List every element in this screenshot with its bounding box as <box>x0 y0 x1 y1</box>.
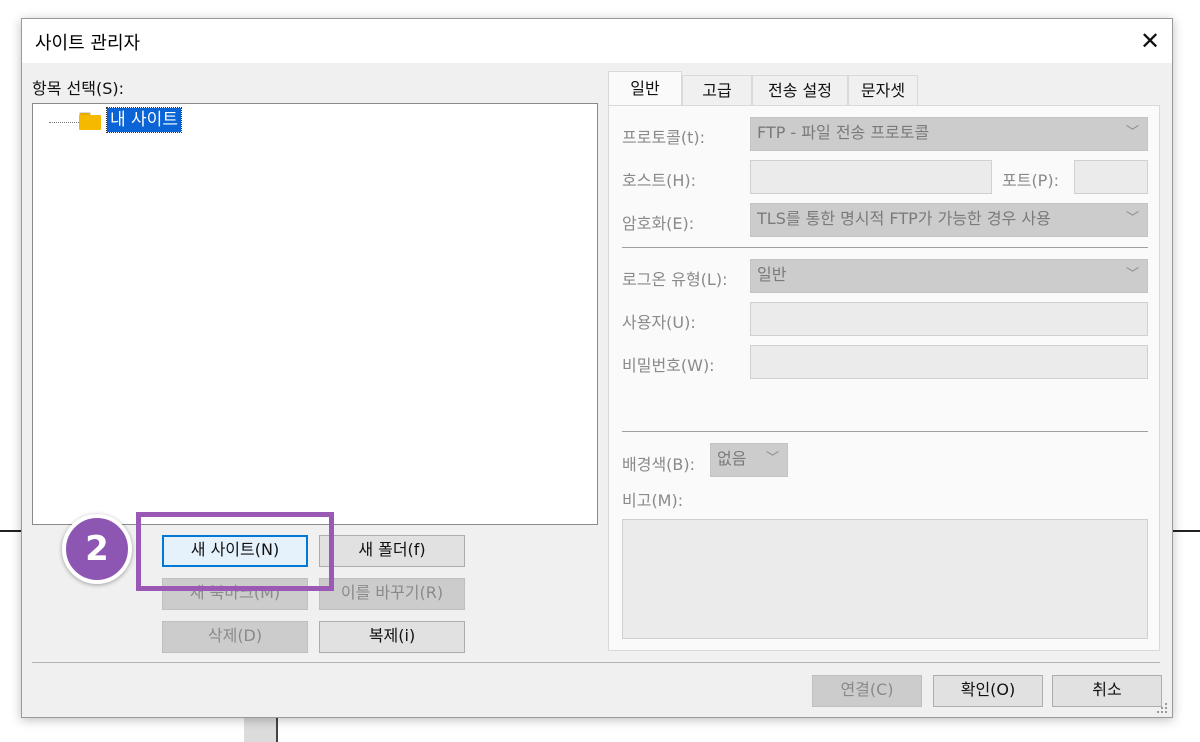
background-color-value: 없음 <box>717 449 747 468</box>
background-color-select[interactable]: 없음 ﹀ <box>710 443 788 477</box>
tab-charset[interactable]: 문자셋 <box>848 75 918 106</box>
encryption-value: TLS를 통한 명시적 FTP가 가능한 경우 사용 <box>757 209 1051 228</box>
logon-type-value: 일반 <box>757 265 787 284</box>
logon-type-label: 로그온 유형(L): <box>622 270 728 289</box>
new-folder-button[interactable]: 새 폴더(f) <box>319 535 465 567</box>
background-color-label: 배경색(B): <box>622 455 696 474</box>
duplicate-button[interactable]: 복제(i) <box>319 621 465 653</box>
tree-item-my-sites[interactable]: 내 사이트 <box>106 107 182 133</box>
step-number-badge: 2 <box>62 514 132 584</box>
host-label: 호스트(H): <box>622 171 697 190</box>
folder-icon <box>79 112 101 130</box>
select-entry-label: 항목 선택(S): <box>32 79 124 98</box>
cancel-button[interactable]: 취소 <box>1052 675 1162 707</box>
encryption-label: 암호화(E): <box>622 214 695 233</box>
title-bar: 사이트 관리자 ✕ <box>22 19 1172 63</box>
comments-textarea[interactable] <box>622 519 1148 639</box>
port-label: 포트(P): <box>1002 171 1059 190</box>
user-label: 사용자(U): <box>622 313 696 332</box>
connect-button[interactable]: 연결(C) <box>812 675 922 707</box>
chevron-down-icon: ﹀ <box>765 451 779 466</box>
host-input[interactable] <box>750 160 992 194</box>
logon-type-select[interactable]: 일반 ﹀ <box>750 259 1148 293</box>
site-manager-dialog: 사이트 관리자 ✕ 항목 선택(S): 내 사이트 새 사이트(N) 새 폴더(… <box>21 18 1173 718</box>
window-title: 사이트 관리자 <box>35 33 141 54</box>
password-label: 비밀번호(W): <box>622 356 715 375</box>
tree-connector <box>49 122 79 123</box>
user-input[interactable] <box>750 302 1148 336</box>
resize-grip-icon[interactable] <box>1154 700 1168 714</box>
background-line <box>0 530 22 532</box>
comments-label: 비고(M): <box>622 491 684 510</box>
close-icon[interactable]: ✕ <box>1134 25 1166 57</box>
tab-advanced[interactable]: 고급 <box>682 75 752 106</box>
background-strip <box>244 718 278 742</box>
chevron-down-icon: ﹀ <box>1125 211 1139 226</box>
ok-button[interactable]: 확인(O) <box>933 675 1043 707</box>
separator <box>622 431 1148 432</box>
background-line <box>1172 530 1200 532</box>
chevron-down-icon: ﹀ <box>1125 125 1139 140</box>
port-input[interactable] <box>1074 160 1148 194</box>
separator <box>622 247 1148 248</box>
tab-transfer-settings[interactable]: 전송 설정 <box>752 75 848 106</box>
rename-button[interactable]: 이를 바꾸기(R) <box>319 578 465 610</box>
encryption-select[interactable]: TLS를 통한 명시적 FTP가 가능한 경우 사용 ﹀ <box>750 203 1148 237</box>
protocol-value: FTP - 파일 전송 프로토콜 <box>757 123 930 142</box>
site-tree[interactable]: 내 사이트 <box>32 103 598 525</box>
chevron-down-icon: ﹀ <box>1125 267 1139 282</box>
password-input[interactable] <box>750 345 1148 379</box>
footer-separator <box>32 662 1160 663</box>
delete-button[interactable]: 삭제(D) <box>162 621 308 653</box>
tab-general[interactable]: 일반 <box>608 71 682 106</box>
protocol-select[interactable]: FTP - 파일 전송 프로토콜 ﹀ <box>750 117 1148 151</box>
protocol-label: 프로토콜(t): <box>622 128 706 147</box>
highlight-box <box>136 512 334 591</box>
